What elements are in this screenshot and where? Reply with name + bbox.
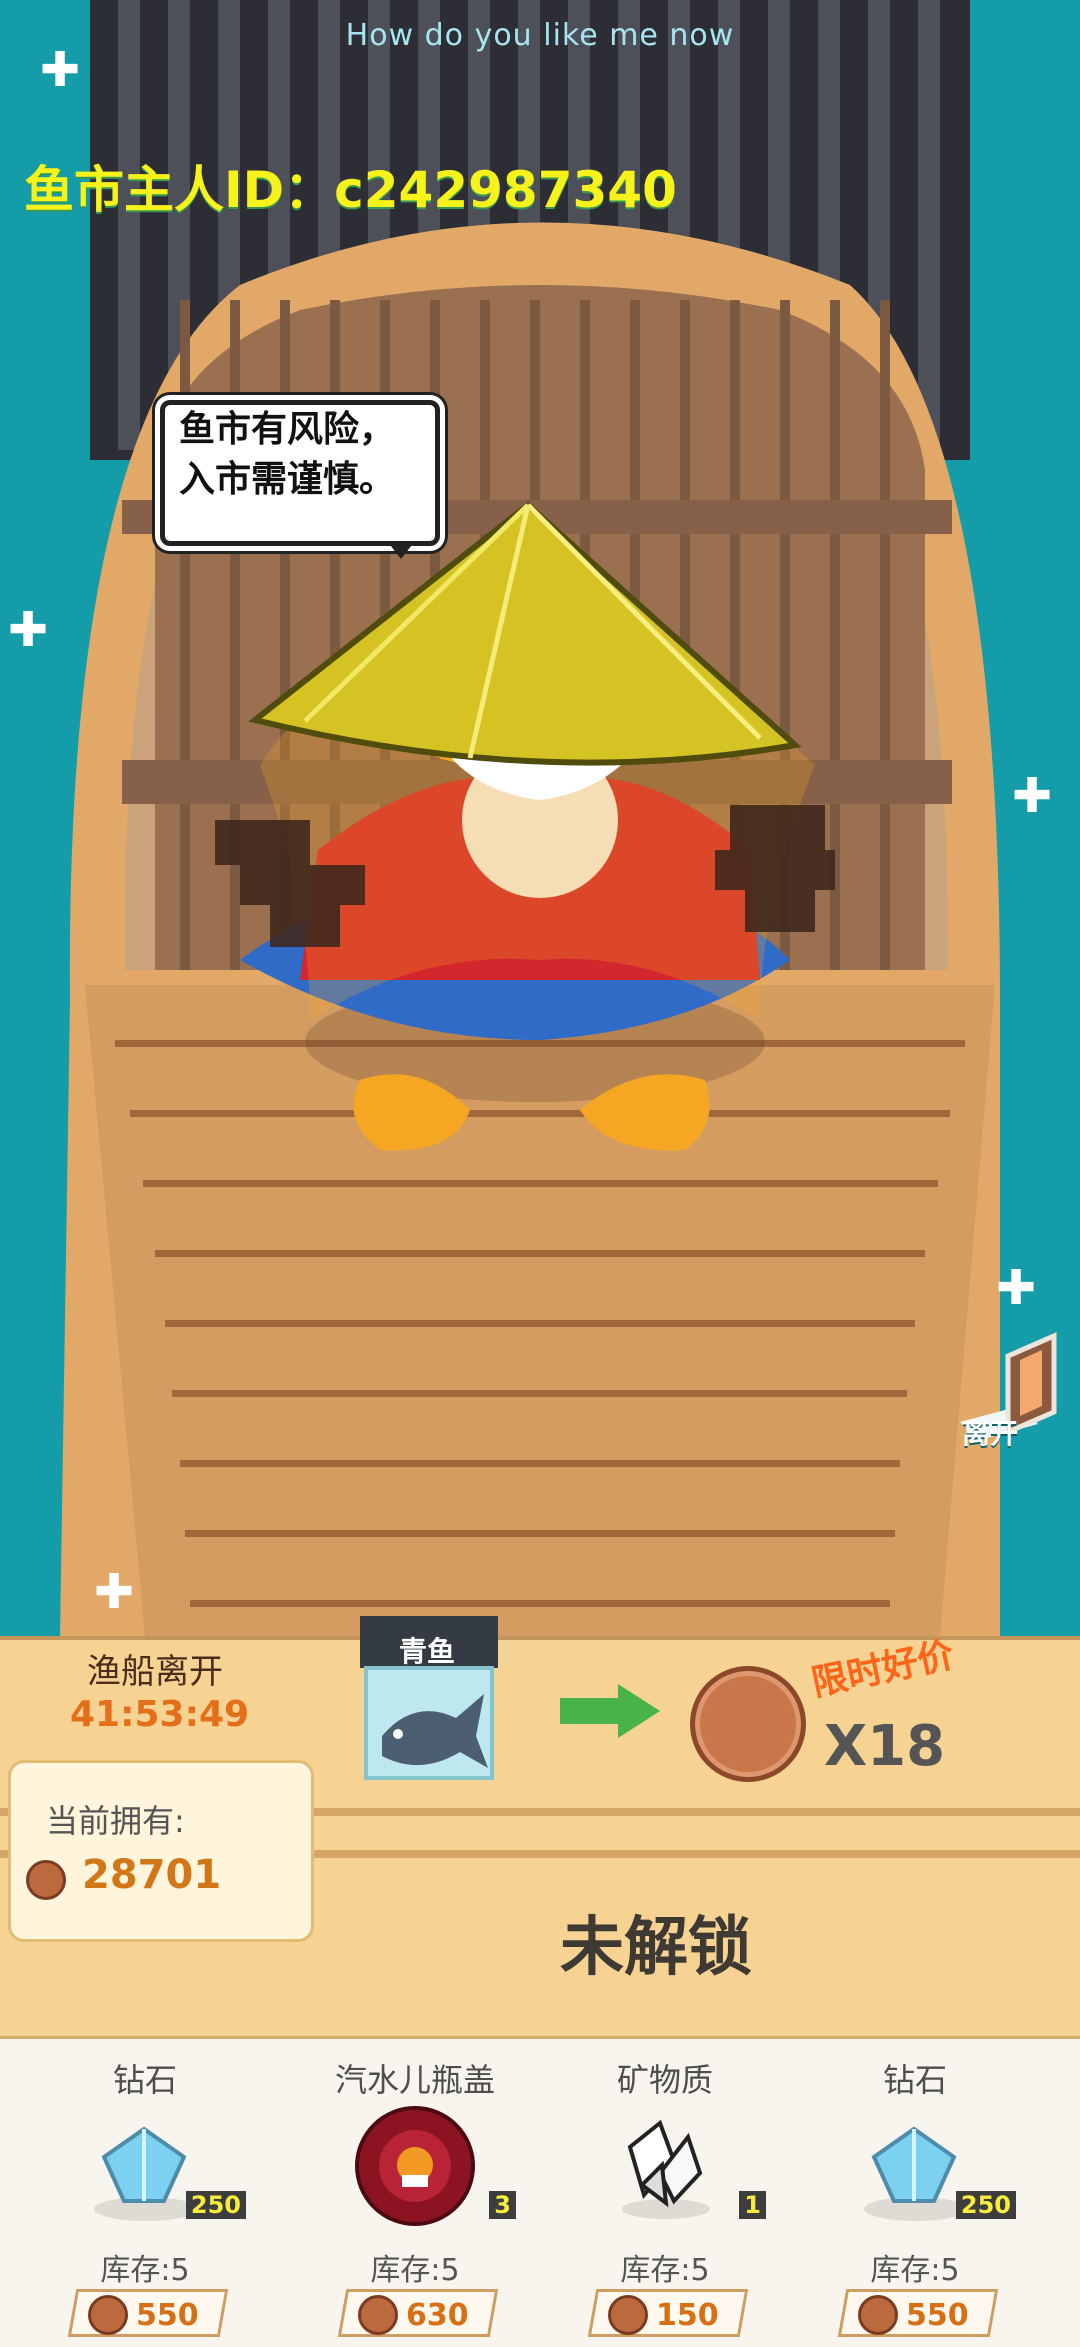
coin-icon bbox=[88, 2295, 128, 2335]
owned-currency-card bbox=[8, 1760, 314, 1942]
shop-item[interactable]: 汽水儿瓶盖 3 库存:5 630 bbox=[290, 2039, 540, 2347]
owned-value: 28701 bbox=[82, 1852, 222, 1898]
price-value: 150 bbox=[656, 2297, 719, 2333]
shop-item-badge: 1 bbox=[739, 2191, 766, 2219]
shop-item-badge: 3 bbox=[489, 2191, 516, 2219]
game-scene: How do you like me now 鱼市主人ID：c242987340… bbox=[0, 0, 1080, 1636]
locked-label: 未解锁 bbox=[560, 1911, 752, 1985]
arrow-right-icon bbox=[560, 1684, 660, 1738]
coin-icon bbox=[608, 2295, 648, 2335]
fish-label: 青鱼 bbox=[398, 1635, 455, 1668]
bottle-cap-icon bbox=[355, 2106, 475, 2226]
shop-item[interactable]: 钻石 250 库存:5 550 bbox=[20, 2039, 270, 2347]
sparkle-icon: ✚ bbox=[40, 42, 81, 98]
price-value: 630 bbox=[406, 2297, 469, 2333]
speech-bubble: 鱼市有风险， 入市需谨慎。 bbox=[160, 400, 440, 559]
boat-illustration bbox=[0, 0, 1080, 1636]
shop-item-name: 钻石 bbox=[882, 2061, 947, 2099]
shop-item-badge: 250 bbox=[955, 2191, 1016, 2219]
boat-leave-label: 渔船离开 bbox=[87, 1652, 223, 1692]
owner-id-label: 鱼市主人ID：c242987340 bbox=[24, 161, 677, 219]
sparkle-icon: ✚ bbox=[94, 1564, 135, 1620]
price-content: 550 bbox=[858, 2295, 978, 2335]
shop-item[interactable]: 钻石 250 库存:5 550 bbox=[790, 2039, 1040, 2347]
shop-item-name: 钻石 bbox=[112, 2061, 177, 2099]
shop-item-stock: 库存:5 bbox=[870, 2253, 960, 2288]
sparkle-icon: ✚ bbox=[8, 602, 49, 658]
coin-icon bbox=[26, 1860, 66, 1900]
shop-item-stock: 库存:5 bbox=[100, 2253, 190, 2288]
price-content: 550 bbox=[88, 2295, 208, 2335]
shop-item[interactable]: 矿物质 1 库存:5 150 bbox=[540, 2039, 790, 2347]
sparkle-icon: ✚ bbox=[1012, 768, 1053, 824]
shop-item-stock: 库存:5 bbox=[620, 2253, 710, 2288]
leave-label: 离开 bbox=[962, 1417, 1019, 1450]
multiplier-label: X18 bbox=[824, 1714, 946, 1779]
price-value: 550 bbox=[906, 2297, 969, 2333]
sparkle-icon: ✚ bbox=[996, 1260, 1037, 1316]
shop-bar: 钻石 250 库存:5 550 汽水儿瓶盖 3 库存:5 630 矿物质 1 库… bbox=[0, 2036, 1080, 2347]
coin-icon bbox=[358, 2295, 398, 2335]
shop-item-name: 汽水儿瓶盖 bbox=[334, 2061, 495, 2099]
countdown-timer: 41:53:49 bbox=[70, 1694, 250, 1735]
shop-item-badge: 250 bbox=[185, 2191, 246, 2219]
song-title: How do you like me now bbox=[345, 18, 735, 53]
owned-label: 当前拥有: bbox=[46, 1802, 185, 1840]
coin-icon bbox=[858, 2295, 898, 2335]
fish-coin-icon bbox=[690, 1666, 806, 1782]
mineral-icon bbox=[622, 2119, 710, 2219]
price-content: 150 bbox=[608, 2295, 728, 2335]
price-content: 630 bbox=[358, 2295, 478, 2335]
shop-item-name: 矿物质 bbox=[616, 2061, 713, 2099]
shop-item-stock: 库存:5 bbox=[370, 2253, 460, 2288]
price-value: 550 bbox=[136, 2297, 199, 2333]
bubble-line-1: 鱼市有风险， bbox=[179, 409, 396, 450]
bubble-line-2: 入市需谨慎。 bbox=[179, 459, 396, 500]
